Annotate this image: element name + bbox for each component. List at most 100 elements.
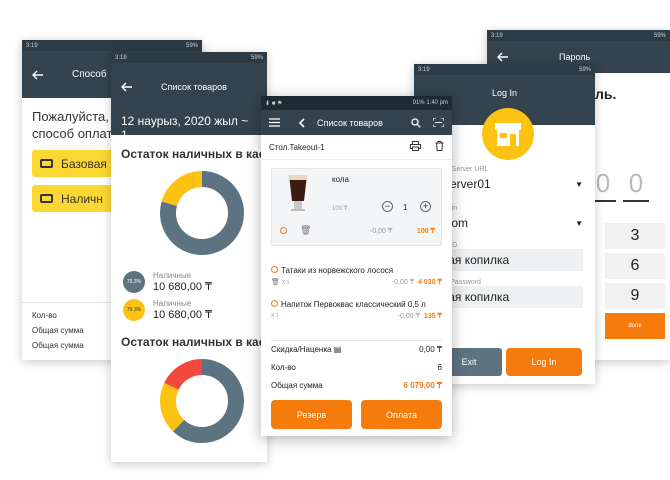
line-total: 4 030 ₸ <box>418 279 442 286</box>
password-heading: ль. <box>595 86 617 102</box>
total-value: 6 079,00 ₸ <box>403 380 442 390</box>
item-discount: -0,00 ₸ <box>370 228 393 235</box>
legend-item: 79.3% Наличные 10 680,00 ₸ <box>123 271 267 293</box>
item-qty: 1 <box>403 203 408 212</box>
discount-tag-icon[interactable]: ▤ <box>334 345 342 354</box>
store-id-field[interactable]: вая копилка <box>436 249 583 271</box>
qty-label: Кол-во <box>32 311 57 320</box>
cash-donut-chart-2 <box>160 359 244 443</box>
status-battery: 59% <box>250 54 263 61</box>
status-bar: 3:19 59% <box>22 40 202 51</box>
status-time: 3:19 <box>26 42 38 49</box>
discount-circle-icon[interactable] <box>280 227 287 234</box>
qty-label: Кол-во <box>271 362 296 372</box>
cash-balance-title: Остаток наличных в кас <box>121 147 266 161</box>
status-battery: 59% <box>578 66 591 73</box>
pin-digit-2: 0 <box>623 168 649 202</box>
discount-circle-icon[interactable] <box>271 266 278 273</box>
item-total: 100 ₸ <box>416 228 435 235</box>
total-label: Общая сумма <box>32 326 84 335</box>
store-id-value: вая копилка <box>442 253 510 267</box>
server-url-label: ud Server URL <box>442 166 489 173</box>
status-battery: 91% <box>412 100 425 106</box>
screen-title: Пароль <box>559 52 591 62</box>
store-logo <box>482 108 534 160</box>
screen-title: Способ <box>72 69 107 80</box>
line-name: Напиток Первоквас классический 0,5 л <box>281 300 426 309</box>
legend-pct-badge: 79.3% <box>123 271 145 293</box>
trash-icon[interactable]: 🗑 <box>300 225 311 236</box>
item-name: кола <box>332 175 349 184</box>
legend-value: 10 680,00 ₸ <box>153 309 212 321</box>
server-url-select[interactable]: Server01 ▼ <box>442 173 583 195</box>
status-bar: 3:19 59% <box>414 64 595 75</box>
store-id-label: re ID <box>442 242 458 249</box>
order-item-card[interactable]: кола 100 ₸ − 1 + 🗑 -0,00 ₸ 100 ₸ <box>271 168 442 246</box>
phone-cash-report: 3:19 59% Список товаров 12 наурыз, 2020 … <box>111 52 267 462</box>
qty-value: 6 <box>437 362 442 372</box>
legend-label: Наличные <box>153 271 192 280</box>
pay-base-label: Базовая к <box>61 156 116 171</box>
search-icon[interactable] <box>411 117 421 128</box>
back-arrow-icon[interactable] <box>497 52 509 62</box>
store-icon <box>495 123 521 146</box>
dropdown-caret-icon: ▼ <box>575 179 583 189</box>
domain-select[interactable]: .com ▼ <box>442 212 583 234</box>
app-bar: Список товаров <box>111 63 267 110</box>
line-qty: X 1 <box>271 313 279 319</box>
back-arrow-icon[interactable] <box>121 82 133 92</box>
legend-label: Наличные <box>153 299 192 308</box>
keypad-key-6[interactable]: 6 <box>605 253 665 279</box>
pay-button[interactable]: Оплата <box>361 400 442 429</box>
printer-icon[interactable] <box>409 141 421 151</box>
increase-qty-button[interactable]: + <box>420 201 431 212</box>
line-discount: -0,00 ₸ <box>397 313 421 320</box>
status-battery: 59% <box>653 32 666 39</box>
login-button[interactable]: Log In <box>506 348 582 376</box>
legend-pct-badge: 79.3% <box>123 299 145 321</box>
screen-title: Список товаров <box>161 81 227 92</box>
card-icon <box>40 159 53 168</box>
reserve-button[interactable]: Резерв <box>271 400 352 429</box>
cash-icon <box>40 194 53 203</box>
keypad-key-3[interactable]: 3 <box>605 223 665 249</box>
keypad-done-button[interactable]: done <box>605 313 665 339</box>
discount-value: 0,00 ₸ <box>419 345 442 354</box>
order-summary: Скидка/Наценка ▤ 0,00 ₸ Кол-во 6 Общая с… <box>261 340 452 394</box>
decrease-qty-button[interactable]: − <box>382 201 393 212</box>
scan-icon[interactable] <box>433 118 444 127</box>
discount-circle-icon[interactable] <box>271 300 278 307</box>
status-time: 3:19 <box>491 32 503 39</box>
notification-icons: ⬇ ■ ⚑ <box>265 100 283 107</box>
dropdown-caret-icon: ▼ <box>575 218 583 228</box>
back-chevron-icon[interactable] <box>298 117 305 128</box>
screen-title: Log In <box>491 88 518 98</box>
back-arrow-icon[interactable] <box>32 70 44 80</box>
domain-label: main <box>442 205 595 212</box>
line-name: Татаки из норвежского лосося <box>281 266 394 275</box>
trash-icon[interactable] <box>435 141 444 151</box>
store-password-label: re Password <box>442 279 481 286</box>
order-line[interactable]: Напиток Первоквас классический 0,5 л X 1… <box>271 300 442 320</box>
status-bar: 3:19 59% <box>487 30 670 41</box>
screen-title: Список товаров <box>317 117 383 128</box>
status-battery: 59% <box>185 42 198 49</box>
unit-price: 100 ₸ <box>332 206 348 212</box>
phone-order: ⬇ ■ ⚑ 91% 1:40 pm Список товаров Стол.Ta… <box>261 96 452 436</box>
app-bar: Список товаров <box>261 110 452 135</box>
pay-cash-label: Наличн <box>61 191 103 206</box>
order-line[interactable]: Татаки из норвежского лосося 🗑 X 1 -0,00… <box>271 266 442 286</box>
total-label: Общая сумма <box>271 380 323 390</box>
store-password-value: вая копилка <box>442 290 510 304</box>
legend-value: 10 680,00 ₸ <box>153 281 212 293</box>
date-range[interactable]: 12 наурыз, 2020 жыл ~ 1 <box>111 110 267 142</box>
trash-icon[interactable]: 🗑 <box>271 279 280 286</box>
summary: Кол-во Общая сумма Общая сумма <box>32 310 84 355</box>
status-time: 3:19 <box>418 66 430 73</box>
line-discount: -0,00 ₸ <box>391 279 415 286</box>
table-name[interactable]: Стол.Takeout-1 <box>269 143 325 152</box>
line-qty: X 1 <box>281 280 290 286</box>
menu-icon[interactable] <box>269 118 280 127</box>
store-password-field[interactable]: вая копилка <box>436 286 583 308</box>
keypad-key-9[interactable]: 9 <box>605 283 665 309</box>
